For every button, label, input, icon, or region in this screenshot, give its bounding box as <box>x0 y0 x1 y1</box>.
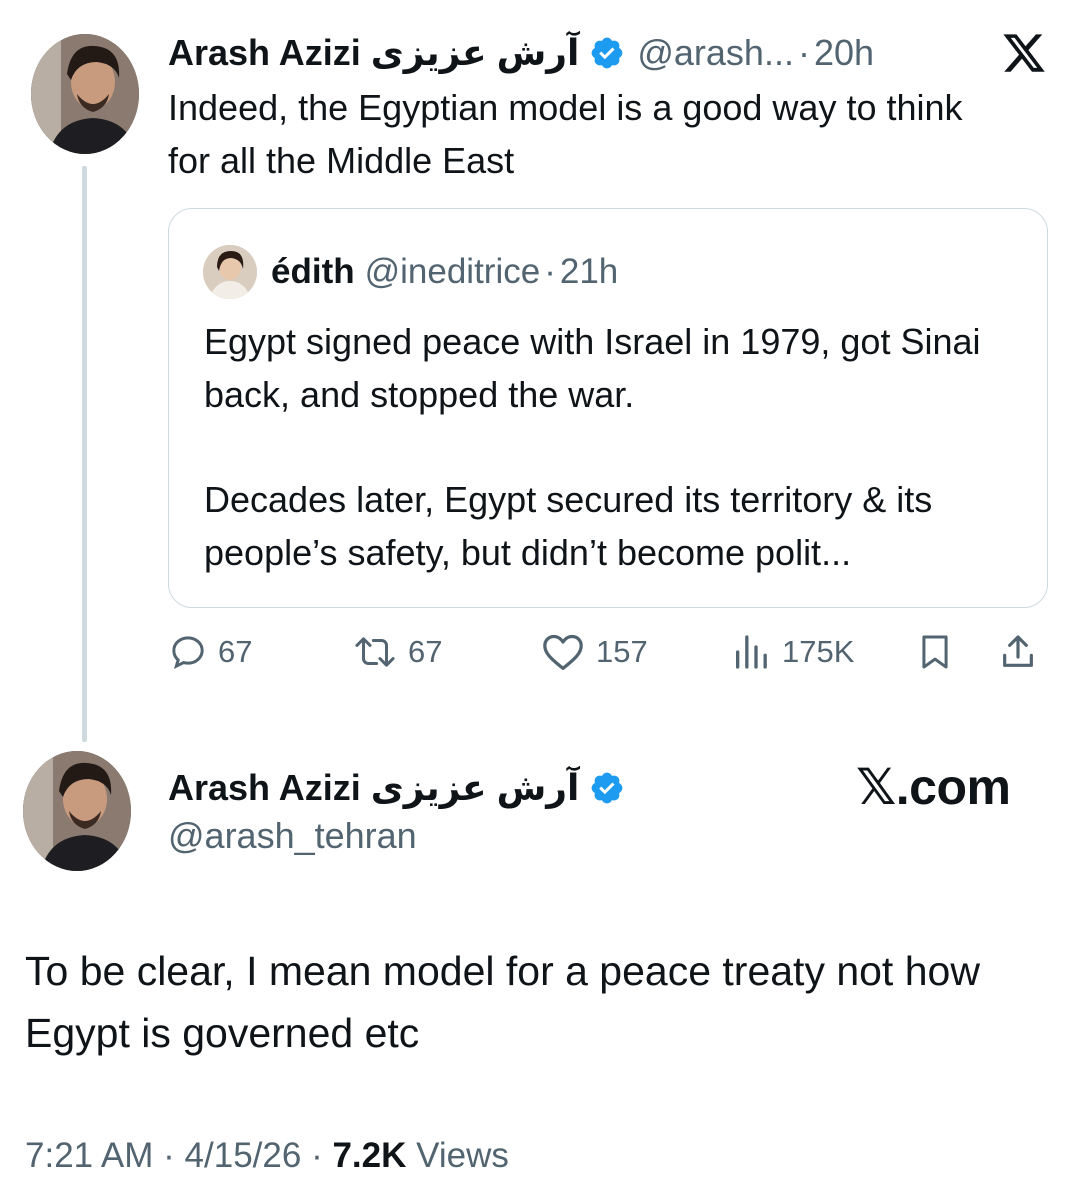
tweet-meta: 7:21 AM · 4/15/26 · 7.2K Views <box>25 1136 509 1176</box>
heart-icon <box>543 634 583 670</box>
quoted-tweet-card[interactable]: édith @ineditrice · 21h Egypt signed pea… <box>168 208 1048 608</box>
reply-icon <box>172 636 204 670</box>
views-count: 7.2K <box>332 1136 407 1175</box>
quoted-author-name[interactable]: édith <box>271 252 355 292</box>
repost-count: 67 <box>408 634 443 669</box>
views-button[interactable]: 175K <box>730 632 854 672</box>
separator-dot: · <box>163 1136 175 1175</box>
reply-count: 67 <box>218 634 253 669</box>
like-button[interactable]: 157 <box>540 632 648 672</box>
author-name[interactable]: Arash Azizi <box>168 32 361 74</box>
action-bar: 67 67 157 175K <box>168 632 1048 682</box>
tweet-time[interactable]: 20h <box>814 32 874 74</box>
verified-badge-icon <box>591 772 623 804</box>
views-bar-icon <box>736 635 767 669</box>
reply-header: Arash Azizi آرش عزیزی @arash... · 20h <box>168 30 874 76</box>
repost-button[interactable]: 67 <box>352 632 442 672</box>
x-com-watermark: 𝕏.com <box>856 759 1011 815</box>
verified-badge-icon <box>591 37 623 69</box>
avatar[interactable] <box>31 34 139 154</box>
tweet-time[interactable]: 7:21 AM <box>25 1136 153 1175</box>
author-handle[interactable]: @arash... <box>637 32 794 74</box>
quoted-text-paragraph: Egypt signed peace with Israel in 1979, … <box>204 321 981 415</box>
separator-dot: · <box>797 32 810 73</box>
quoted-avatar <box>203 245 257 299</box>
tweet-text: Indeed, the Egyptian model is a good way… <box>168 87 963 181</box>
views-count: 175K <box>782 634 855 669</box>
author-name[interactable]: Arash Azizi <box>168 767 361 809</box>
quoted-tweet-time[interactable]: 21h <box>560 252 618 292</box>
share-icon <box>1003 635 1033 667</box>
bookmark-icon <box>922 635 948 669</box>
like-count: 157 <box>596 634 648 669</box>
quoted-header: édith @ineditrice · 21h <box>271 249 618 295</box>
thread-line <box>82 166 87 742</box>
tweet-date[interactable]: 4/15/26 <box>185 1136 302 1175</box>
quoted-text-paragraph: Decades later, Egypt secured its territo… <box>204 479 933 573</box>
share-button[interactable] <box>998 632 1038 672</box>
quoted-author-handle[interactable]: @ineditrice <box>365 252 541 292</box>
avatar[interactable] <box>23 751 131 871</box>
main-header: Arash Azizi آرش عزیزی <box>168 765 625 811</box>
views-label: Views <box>416 1136 509 1175</box>
x-logo-icon[interactable] <box>1000 30 1048 76</box>
main-tweet-text: To be clear, I mean model for a peace tr… <box>25 948 980 1056</box>
repost-icon <box>355 637 395 667</box>
bookmark-button[interactable] <box>916 632 954 672</box>
author-handle[interactable]: @arash_tehran <box>168 815 417 857</box>
separator-dot: · <box>544 252 556 291</box>
author-name-persian[interactable]: آرش عزیزی <box>371 32 580 74</box>
separator-dot: · <box>311 1136 323 1175</box>
author-name-persian[interactable]: آرش عزیزی <box>371 767 580 809</box>
reply-button[interactable]: 67 <box>168 632 252 672</box>
